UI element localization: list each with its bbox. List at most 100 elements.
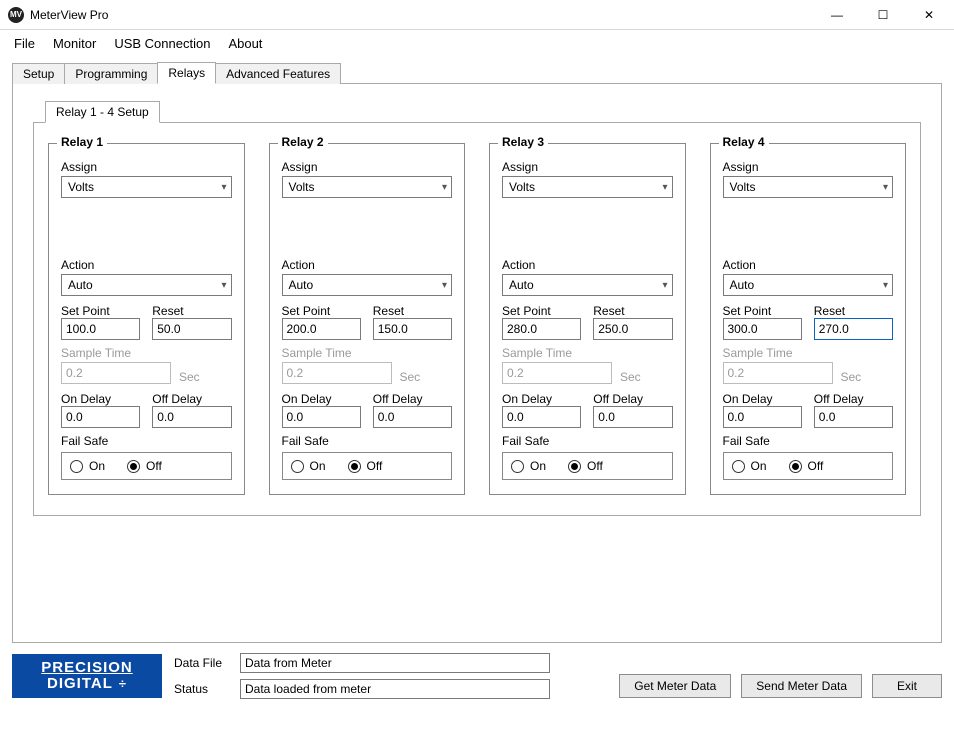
chevron-down-icon: ▾ <box>221 182 226 193</box>
relay-1-offdelay-label: Off Delay <box>152 392 231 406</box>
relay-2-reset-field[interactable] <box>373 318 452 340</box>
relay-3-sample-unit: Sec <box>620 370 641 384</box>
chevron-down-icon: ▾ <box>662 182 667 193</box>
chevron-down-icon: ▾ <box>221 280 226 291</box>
relay-2-assign-label: Assign <box>282 160 453 174</box>
relay-4-reset-field[interactable] <box>814 318 893 340</box>
relay-1-assign-combo[interactable]: Volts ▾ <box>61 176 232 198</box>
relay-1-reset-field[interactable] <box>152 318 231 340</box>
relay-4-failsafe-on-radio[interactable]: On <box>732 459 767 473</box>
relay-4-sample-unit: Sec <box>841 370 862 384</box>
status-field[interactable] <box>240 679 550 699</box>
relay-3-ondelay-field[interactable] <box>502 406 581 428</box>
relay-3-failsafe-on-radio[interactable]: On <box>511 459 546 473</box>
relay-1-failsafe-box: On Off <box>61 452 232 480</box>
chevron-down-icon: ▾ <box>662 280 667 291</box>
minimize-button[interactable]: — <box>814 0 860 30</box>
relay-1-failsafe-off-radio[interactable]: Off <box>127 459 162 473</box>
relay-3-offdelay-field[interactable] <box>593 406 672 428</box>
relay-4-ondelay-label: On Delay <box>723 392 802 406</box>
relay-1-ondelay-field[interactable] <box>61 406 140 428</box>
relay-4-offdelay-field[interactable] <box>814 406 893 428</box>
relay-2-failsafe-on-radio[interactable]: On <box>291 459 326 473</box>
relay-1-reset-label: Reset <box>152 304 231 318</box>
relay-1-action-value: Auto <box>68 278 93 292</box>
relay-3-ondelay-label: On Delay <box>502 392 581 406</box>
tab-programming[interactable]: Programming <box>64 63 158 84</box>
relay-4-action-combo[interactable]: Auto ▾ <box>723 274 894 296</box>
menu-usb-connection[interactable]: USB Connection <box>114 36 210 51</box>
relay-4-groupbox: Relay 4 Assign Volts ▾ Action Auto ▾ Set… <box>710 143 907 495</box>
relay-2-failsafe-box: On Off <box>282 452 453 480</box>
relay-4-ondelay-field[interactable] <box>723 406 802 428</box>
tab-setup[interactable]: Setup <box>12 63 65 84</box>
sub-tabstrip: Relay 1 - 4 Setup <box>45 100 927 122</box>
relay-1-offdelay-field[interactable] <box>152 406 231 428</box>
footer-buttons: Get Meter Data Send Meter Data Exit <box>619 654 942 698</box>
relay-1-failsafe-on-radio[interactable]: On <box>70 459 105 473</box>
relay-3-assign-value: Volts <box>509 180 535 194</box>
main-tabstrip: Setup Programming Relays Advanced Featur… <box>12 61 942 83</box>
radio-dot-icon <box>568 460 581 473</box>
status-label: Status <box>174 682 232 696</box>
relay-3-failsafe-box: On Off <box>502 452 673 480</box>
relay-3-action-label: Action <box>502 258 673 272</box>
relay-2-ondelay-field[interactable] <box>282 406 361 428</box>
datafile-label: Data File <box>174 656 232 670</box>
relay-4-legend: Relay 4 <box>719 135 769 149</box>
menu-about[interactable]: About <box>228 36 262 51</box>
datafile-field[interactable] <box>240 653 550 673</box>
send-meter-data-button[interactable]: Send Meter Data <box>741 674 862 698</box>
relay-4-reset-label: Reset <box>814 304 893 318</box>
radio-dot-icon <box>348 460 361 473</box>
relay-1-action-label: Action <box>61 258 232 272</box>
relay-2-offdelay-label: Off Delay <box>373 392 452 406</box>
close-button[interactable]: ✕ <box>906 0 952 30</box>
relay-2-failsafe-label: Fail Safe <box>282 434 453 448</box>
relay-2-action-combo[interactable]: Auto ▾ <box>282 274 453 296</box>
relay-3-reset-field[interactable] <box>593 318 672 340</box>
relay-3-sample-field <box>502 362 612 384</box>
relay-4-setpoint-field[interactable] <box>723 318 802 340</box>
relay-2-offdelay-field[interactable] <box>373 406 452 428</box>
relay-1-groupbox: Relay 1 Assign Volts ▾ Action Auto ▾ Set… <box>48 143 245 495</box>
get-meter-data-button[interactable]: Get Meter Data <box>619 674 731 698</box>
relay-3-action-combo[interactable]: Auto ▾ <box>502 274 673 296</box>
relay-1-failsafe-label: Fail Safe <box>61 434 232 448</box>
menu-file[interactable]: File <box>14 36 35 51</box>
tab-advanced-features[interactable]: Advanced Features <box>215 63 341 84</box>
relay-3-assign-combo[interactable]: Volts ▾ <box>502 176 673 198</box>
relay-2-assign-value: Volts <box>289 180 315 194</box>
relay-2-legend: Relay 2 <box>278 135 328 149</box>
titlebar: MV MeterView Pro — ☐ ✕ <box>0 0 954 30</box>
sub-panel: Relay 1 Assign Volts ▾ Action Auto ▾ Set… <box>33 122 921 516</box>
relay-1-setpoint-field[interactable] <box>61 318 140 340</box>
relay-3-assign-label: Assign <box>502 160 673 174</box>
chevron-down-icon: ▾ <box>883 182 888 193</box>
exit-button[interactable]: Exit <box>872 674 942 698</box>
relay-3-offdelay-label: Off Delay <box>593 392 672 406</box>
relay-3-setpoint-field[interactable] <box>502 318 581 340</box>
subtab-relay-1-4-setup[interactable]: Relay 1 - 4 Setup <box>45 101 160 123</box>
tab-relays[interactable]: Relays <box>157 62 216 84</box>
brand-line-1: PRECISION <box>41 660 133 676</box>
brand-logo: PRECISION DIGITAL ÷ <box>12 654 162 698</box>
relay-3-failsafe-label: Fail Safe <box>502 434 673 448</box>
relay-4-assign-label: Assign <box>723 160 894 174</box>
relay-1-sample-unit: Sec <box>179 370 200 384</box>
relay-1-assign-value: Volts <box>68 180 94 194</box>
relay-4-failsafe-off-radio[interactable]: Off <box>789 459 824 473</box>
relay-4-assign-combo[interactable]: Volts ▾ <box>723 176 894 198</box>
relay-1-action-combo[interactable]: Auto ▾ <box>61 274 232 296</box>
relay-3-failsafe-off-radio[interactable]: Off <box>568 459 603 473</box>
radio-dot-icon <box>70 460 83 473</box>
relay-2-assign-combo[interactable]: Volts ▾ <box>282 176 453 198</box>
radio-dot-icon <box>127 460 140 473</box>
maximize-button[interactable]: ☐ <box>860 0 906 30</box>
relay-1-setpoint-label: Set Point <box>61 304 140 318</box>
relay-2-setpoint-label: Set Point <box>282 304 361 318</box>
radio-dot-icon <box>732 460 745 473</box>
menu-monitor[interactable]: Monitor <box>53 36 96 51</box>
relay-2-setpoint-field[interactable] <box>282 318 361 340</box>
relay-2-failsafe-off-radio[interactable]: Off <box>348 459 383 473</box>
